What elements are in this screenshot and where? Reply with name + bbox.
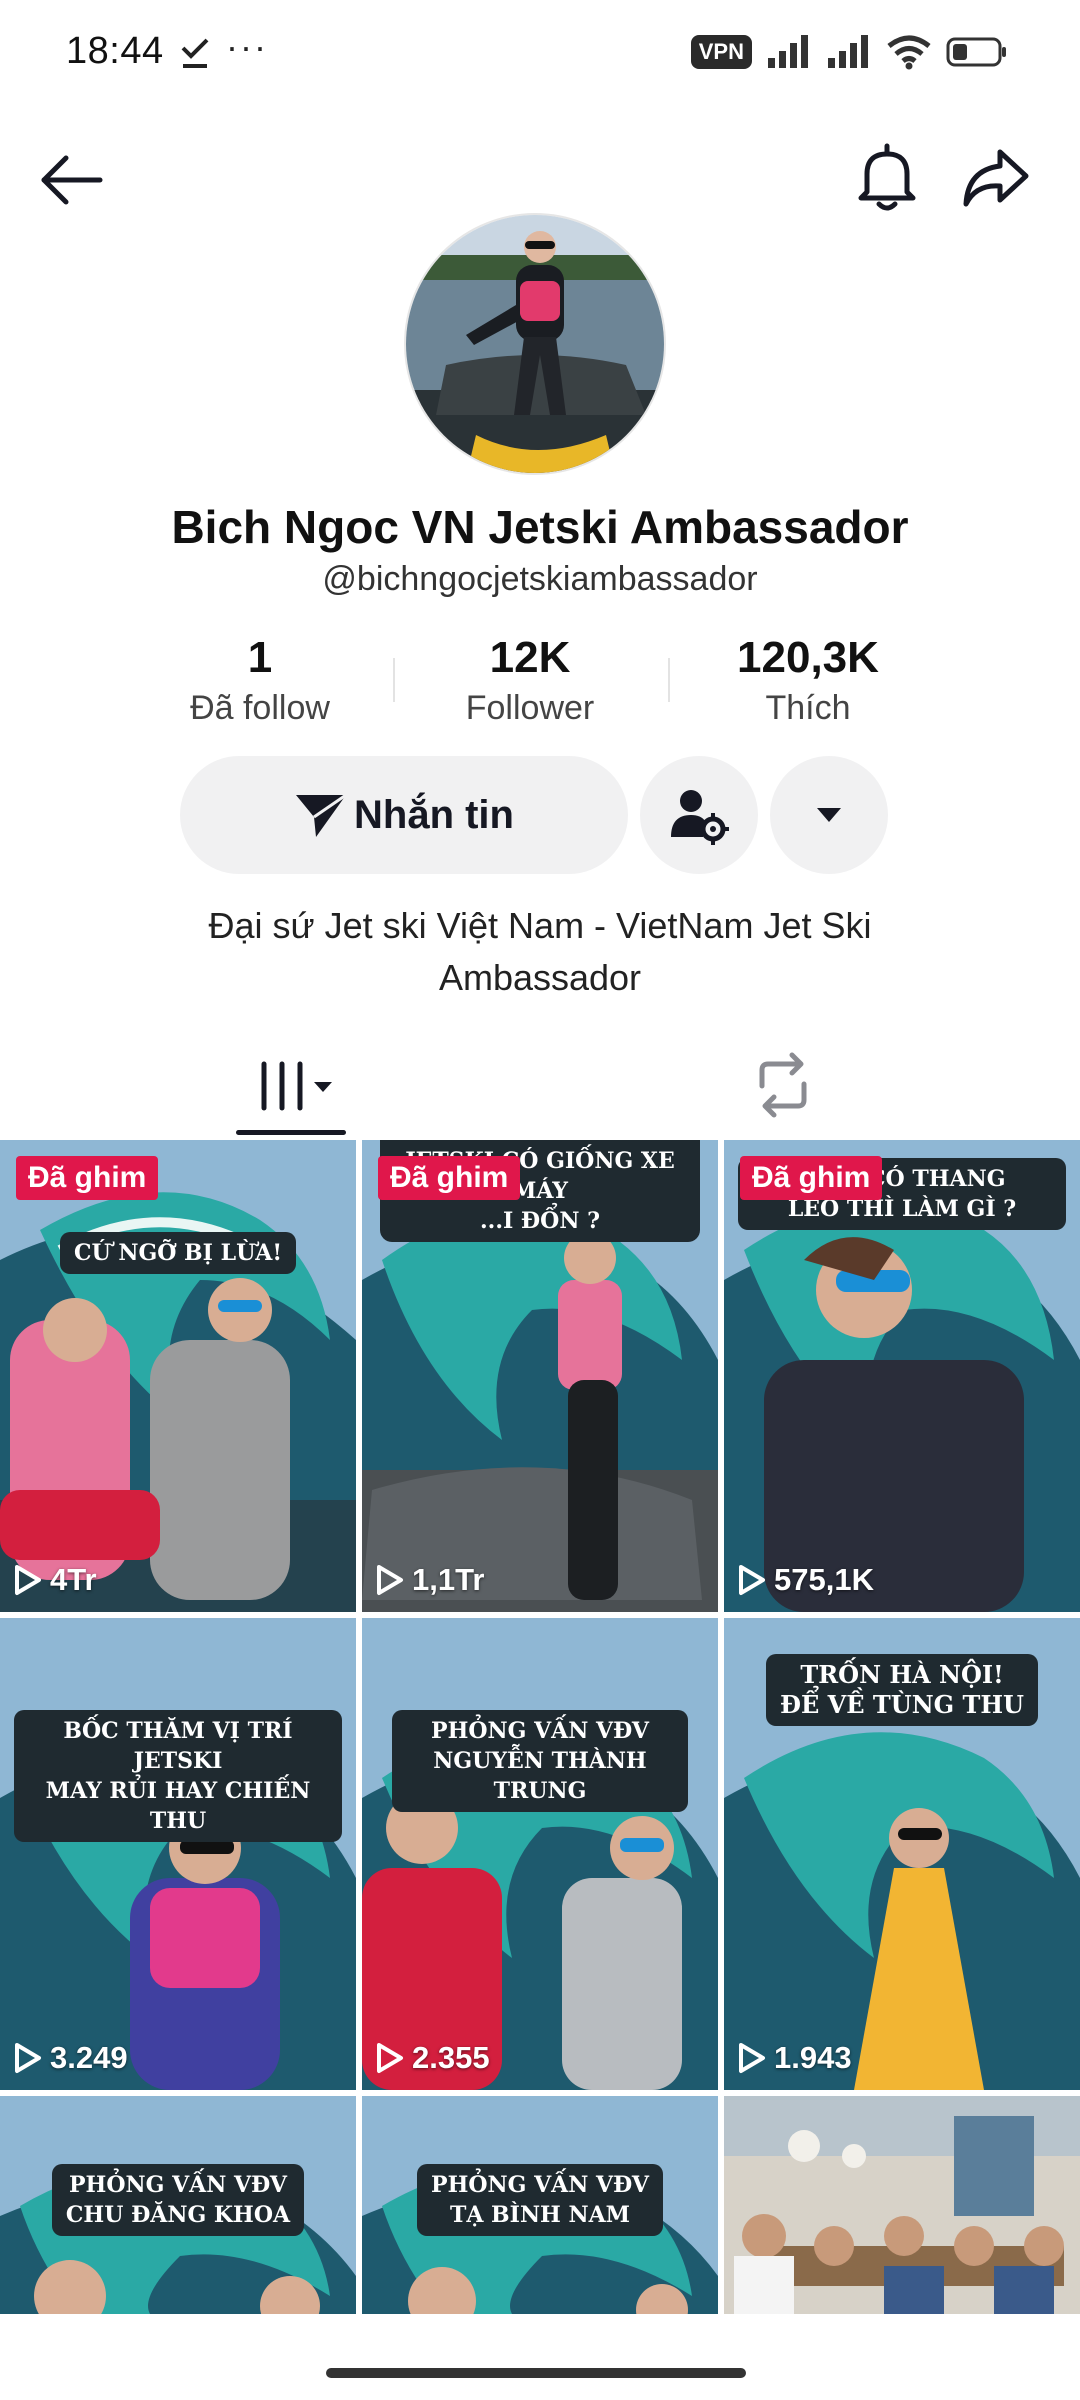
home-indicator[interactable] — [326, 2368, 746, 2378]
user-gear-icon — [671, 790, 729, 845]
profile-name: Bich Ngoc VN Jetski Ambassador — [171, 501, 909, 553]
video-caption: TRỐN HÀ NỘI! ĐỂ VỀ TÙNG THU — [724, 1654, 1080, 1726]
more-dropdown-button[interactable] — [770, 756, 888, 874]
content-tabs — [0, 1030, 1080, 1140]
status-indicators: VPN — [690, 32, 1008, 72]
wifi-icon — [887, 35, 931, 70]
stat-following-value: 1 — [247, 633, 273, 682]
video-caption: PHỎNG VẤN VĐV CHU ĐĂNG KHOA — [0, 2164, 356, 2236]
view-count-value: 3.249 — [50, 2040, 128, 2075]
signal-2-icon — [828, 35, 868, 68]
video-caption-text: NGUYỄN THÀNH TRUNG — [433, 1748, 647, 1804]
profile-bio: Đại sứ Jet ski Việt Nam - VietNam Jet Sk… — [120, 900, 960, 1004]
signal-1-icon — [768, 35, 808, 68]
video-tile[interactable]: TRỐN HÀ NỘI! ĐỂ VỀ TÙNG THU 1.943 — [724, 1618, 1080, 2090]
video-caption-text: BỐC THĂM VỊ TRÍ JETSKI — [63, 1718, 293, 1774]
video-caption-text: TẠ BÌNH NAM — [449, 2202, 631, 2228]
video-tile[interactable]: PHỎNG VẤN VĐV CHU ĐĂNG KHOA — [0, 2096, 356, 2314]
view-count: 2.355 — [376, 2040, 490, 2076]
video-caption: CỨ NGỠ BỊ LỪA! — [0, 1232, 356, 1274]
stat-following[interactable]: 1 Đã follow — [120, 632, 400, 730]
battery-icon — [946, 37, 1006, 67]
pinned-badge: Đã ghim — [378, 1156, 521, 1200]
caret-down-icon — [817, 808, 841, 822]
share-icon[interactable] — [960, 144, 1032, 212]
profile-handle: @bichngocjetskiambassador — [322, 560, 758, 598]
play-icon — [15, 1565, 41, 1595]
message-button[interactable]: Nhắn tin — [180, 756, 628, 874]
video-caption-text: PHỎNG VẤN VĐV — [431, 2172, 649, 2198]
video-caption-text: ĐỂ VỀ TÙNG THU — [780, 1690, 1024, 1719]
status-time: 18:44 — [66, 30, 164, 72]
stat-likes-value: 120,3K — [737, 633, 879, 682]
video-tile[interactable] — [724, 2096, 1080, 2314]
view-count-value: 575,1K — [774, 1562, 874, 1597]
pinned-badge: Đã ghim — [740, 1156, 883, 1200]
videos-grid-tab-icon[interactable] — [236, 1050, 346, 1120]
video-caption-text: ...I ĐỔN ? — [480, 1208, 600, 1234]
video-tile[interactable]: BỐC THĂM VỊ TRÍ JETSKI MAY RỦI HAY CHIẾN… — [0, 1618, 356, 2090]
view-count: 1.943 — [738, 2040, 852, 2076]
send-icon — [296, 793, 347, 837]
bio-line: Ambassador — [438, 957, 642, 998]
download-done-icon — [181, 38, 209, 68]
message-button-label: Nhắn tin — [354, 792, 514, 837]
video-tile[interactable]: PHỎNG VẤN VĐV NGUYỄN THÀNH TRUNG 2.355 — [362, 1618, 718, 2090]
bio-line: Đại sứ Jet ski Việt Nam - VietNam Jet Sk… — [208, 905, 872, 946]
stat-followers-value: 12K — [489, 633, 571, 682]
video-caption: PHỎNG VẤN VĐV NGUYỄN THÀNH TRUNG — [362, 1710, 718, 1812]
profile-avatar[interactable] — [404, 213, 666, 475]
view-count-value: 2.355 — [412, 2040, 490, 2075]
user-settings-button[interactable] — [640, 756, 758, 874]
video-tile[interactable]: ...NG CÓ THANG LEO THÌ LÀM GÌ ? Đã ghim … — [724, 1140, 1080, 1612]
stat-likes-label: Thích — [765, 689, 851, 727]
stat-following-label: Đã follow — [190, 689, 330, 727]
stat-followers-label: Follower — [465, 689, 595, 727]
video-tile[interactable]: CỨ NGỠ BỊ LỪA! Đã ghim 4Tr — [0, 1140, 356, 1612]
profile-stats: 1 Đã follow 12K Follower 120,3K Thích — [0, 632, 1080, 732]
view-count: 575,1K — [738, 1562, 874, 1598]
pinned-badge: Đã ghim — [16, 1156, 159, 1200]
view-count: 4Tr — [14, 1562, 97, 1598]
play-icon — [15, 2043, 41, 2073]
bell-icon[interactable] — [852, 140, 922, 216]
status-bar: 18:44 ··· VPN — [0, 0, 1080, 110]
view-count-value: 4Tr — [50, 1562, 97, 1597]
play-icon — [739, 2043, 765, 2073]
play-icon — [377, 2043, 403, 2073]
vpn-icon: VPN — [690, 35, 752, 69]
view-count-value: 1.943 — [774, 2040, 852, 2075]
stat-followers[interactable]: 12K Follower — [390, 632, 670, 730]
view-count: 3.249 — [14, 2040, 128, 2076]
repost-tab-icon[interactable] — [748, 1050, 818, 1120]
view-count: 1,1Tr — [376, 1562, 484, 1598]
stat-likes[interactable]: 120,3K Thích — [668, 632, 948, 730]
active-tab-indicator — [236, 1130, 346, 1135]
video-caption-text: MAY RỦI HAY CHIẾN THU — [45, 1778, 311, 1834]
back-arrow-icon[interactable] — [36, 148, 106, 212]
play-icon — [377, 1565, 403, 1595]
play-icon — [739, 1565, 765, 1595]
view-count-value: 1,1Tr — [412, 1562, 485, 1597]
video-tile[interactable]: JETSKI CÓ GIỐNG XE MÁY ...I ĐỔN ? Đã ghi… — [362, 1140, 718, 1612]
more-notifications-icon: ··· — [226, 26, 268, 67]
video-tile[interactable]: PHỎNG VẤN VĐV TẠ BÌNH NAM — [362, 2096, 718, 2314]
video-caption-text: CHU ĐĂNG KHOA — [65, 2202, 291, 2228]
video-caption-text: CỨ NGỠ BỊ LỪA! — [59, 1232, 296, 1274]
video-caption-text: PHỎNG VẤN VĐV — [431, 1718, 649, 1744]
video-caption-text: PHỎNG VẤN VĐV — [69, 2172, 287, 2198]
video-caption-text: TRỐN HÀ NỘI! — [800, 1660, 1004, 1689]
video-caption: PHỎNG VẤN VĐV TẠ BÌNH NAM — [362, 2164, 718, 2236]
video-caption: BỐC THĂM VỊ TRÍ JETSKI MAY RỦI HAY CHIẾN… — [0, 1710, 356, 1842]
